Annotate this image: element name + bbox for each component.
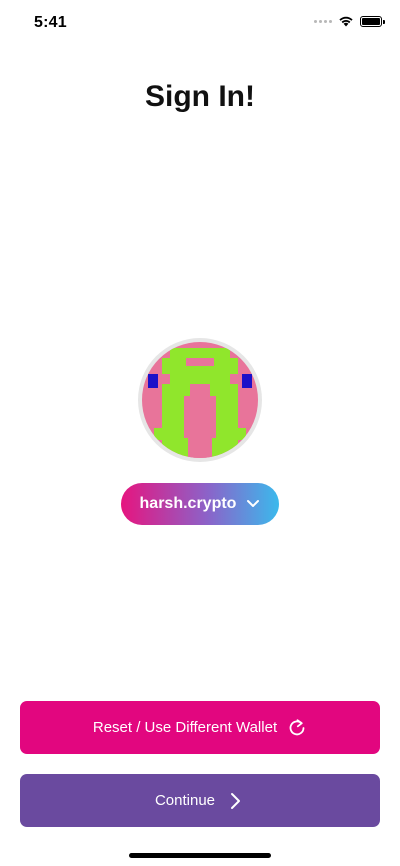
chevron-down-icon: [247, 499, 260, 507]
domain-selector[interactable]: harsh.crypto: [121, 483, 279, 525]
sign-in-screen: 5:41 Sign In! harsh.crypto Reset / Use D…: [0, 0, 400, 866]
wifi-icon: [339, 16, 353, 27]
reset-wallet-button[interactable]: Reset / Use Different Wallet: [20, 701, 380, 754]
pixel-art-avatar-icon: [142, 342, 258, 458]
status-icons: [314, 15, 385, 27]
chevron-right-icon: [231, 792, 241, 809]
reset-wallet-label: Reset / Use Different Wallet: [92, 719, 278, 736]
page-title: Sign In!: [145, 80, 255, 113]
home-indicator[interactable]: [129, 853, 271, 858]
continue-button[interactable]: Continue: [20, 774, 380, 827]
refresh-icon: [289, 718, 305, 735]
cellular-dots-icon: [314, 19, 332, 23]
continue-label: Continue: [154, 792, 216, 809]
status-bar: 5:41: [0, 0, 400, 44]
avatar: [138, 338, 262, 462]
domain-label: harsh.crypto: [139, 495, 237, 512]
status-time: 5:41: [34, 14, 67, 31]
battery-icon: [360, 15, 385, 27]
